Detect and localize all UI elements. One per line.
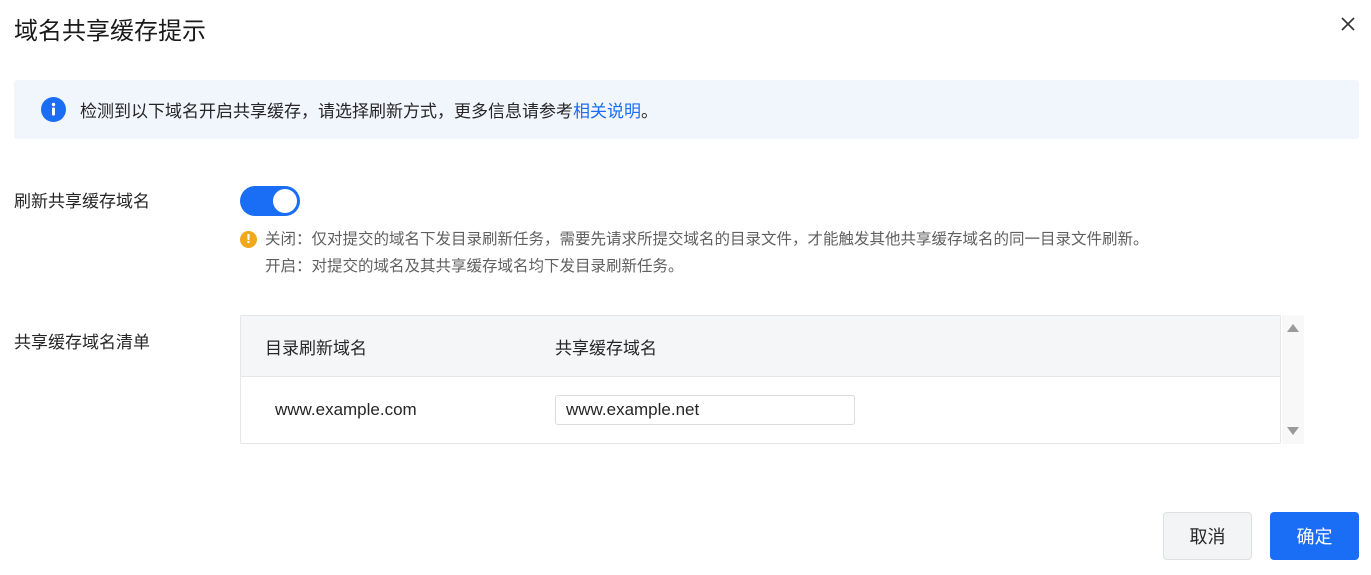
refresh-hint: ! 关闭：仅对提交的域名下发目录刷新任务，需要先请求所提交域名的目录文件，才能触…: [240, 226, 1149, 280]
hint-on-text: 开启：对提交的域名及其共享缓存域名均下发目录刷新任务。: [265, 257, 684, 275]
alert-text: 检测到以下域名开启共享缓存，请选择刷新方式，更多信息请参考: [80, 102, 573, 122]
table-row: www.example.com www.example.net: [241, 377, 1280, 443]
hint-off-text: 关闭：仅对提交的域名下发目录刷新任务，需要先请求所提交域名的目录文件，才能触发其…: [265, 230, 1149, 248]
close-icon: [1341, 17, 1355, 31]
shared-cache-dialog: 域名共享缓存提示 检测到以下域名开启共享缓存，请选择刷新方式，更多信息请参考 相关…: [0, 0, 1371, 575]
shared-domain-table: 目录刷新域名 共享缓存域名 www.example.com www.exampl…: [240, 315, 1281, 444]
shared-domain-field[interactable]: www.example.net: [555, 395, 855, 425]
toggle-knob: [273, 189, 297, 213]
table-header: 目录刷新域名 共享缓存域名: [241, 316, 1280, 377]
warning-icon: !: [240, 231, 257, 248]
scroll-up-arrow-icon[interactable]: [1287, 324, 1299, 332]
table-scrollbar[interactable]: [1282, 315, 1304, 444]
info-alert: 检测到以下域名开启共享缓存，请选择刷新方式，更多信息请参考 相关说明。: [14, 80, 1359, 139]
refresh-shared-label: 刷新共享缓存域名: [14, 192, 150, 212]
info-icon: [41, 97, 66, 122]
dialog-title: 域名共享缓存提示: [14, 17, 206, 45]
refresh-domain-cell: www.example.com: [275, 400, 417, 419]
refresh-shared-toggle[interactable]: [240, 186, 300, 216]
shared-list-label: 共享缓存域名清单: [14, 333, 150, 353]
column-header-refresh-domain: 目录刷新域名: [265, 338, 367, 359]
close-button[interactable]: [1336, 12, 1360, 36]
scroll-down-arrow-icon[interactable]: [1287, 427, 1299, 435]
cancel-button[interactable]: 取消: [1163, 512, 1252, 560]
column-header-shared-domain: 共享缓存域名: [555, 338, 657, 359]
alert-suffix: 。: [641, 102, 658, 122]
confirm-button[interactable]: 确定: [1270, 512, 1359, 560]
related-docs-link[interactable]: 相关说明: [573, 97, 641, 122]
